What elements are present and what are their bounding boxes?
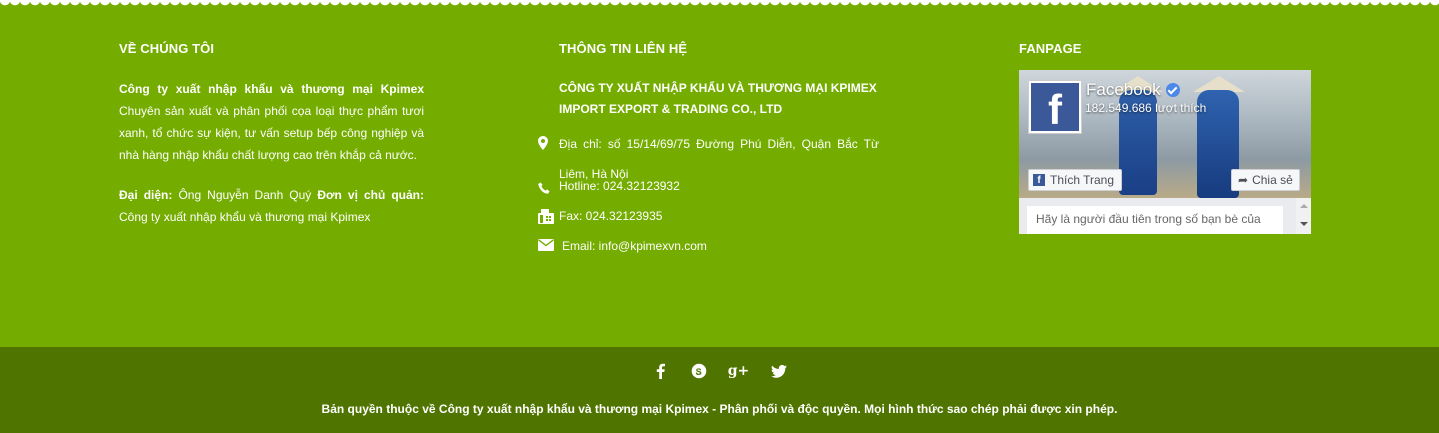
hotline-text: Hotline: 024.32123932 — [559, 179, 680, 193]
facebook-logo-icon[interactable]: f — [1028, 80, 1082, 134]
verified-check-icon — [1165, 83, 1180, 97]
scroll-up-icon[interactable] — [1300, 204, 1308, 208]
fax-text: Fax: 024.32123935 — [559, 209, 663, 223]
fax-row: Fax: 024.32123935 — [538, 207, 880, 225]
facebook-likes-count: 182.549.686 lượt thích — [1085, 101, 1207, 115]
footer-main: VỀ CHÚNG TÔI Công ty xuất nhập khẩu và t… — [0, 0, 1439, 347]
phone-icon — [538, 177, 559, 195]
address-line-1: Địa chỉ: số 15/14/69/75 Đường Phú Diễn, … — [559, 137, 879, 151]
facebook-friends-area: Hãy là người đầu tiên trong số bạn bè củ… — [1019, 198, 1311, 234]
about-column: VỀ CHÚNG TÔI Công ty xuất nhập khẩu và t… — [119, 41, 424, 228]
facebook-scrollbar[interactable] — [1296, 198, 1311, 234]
about-company-name: Công ty xuất nhập khẩu và thương mại Kpi… — [119, 82, 424, 96]
facebook-page-name-text[interactable]: Facebook — [1086, 80, 1161, 100]
scroll-down-icon[interactable] — [1300, 222, 1308, 226]
copyright-text: Bản quyền thuộc về Công ty xuất nhập khẩ… — [321, 402, 1118, 416]
facebook-icon[interactable] — [651, 361, 671, 381]
like-page-label: Thích Trang — [1050, 173, 1115, 187]
scallop-border — [0, 0, 1439, 8]
about-description-text: Chuyên sản xuất và phân phối cọa loại th… — [119, 104, 424, 162]
twitter-icon[interactable] — [769, 361, 789, 381]
fax-icon — [538, 207, 559, 224]
contact-company: CÔNG TY XUẤT NHẬP KHẨU VÀ THƯƠNG MẠI KPI… — [538, 78, 880, 120]
contact-column: THÔNG TIN LIÊN HỆ CÔNG TY XUẤT NHẬP KHẨU… — [538, 41, 880, 255]
facebook-page-name[interactable]: Facebook — [1086, 80, 1180, 100]
social-links: g+ — [0, 361, 1439, 381]
facebook-small-icon: f — [1033, 174, 1045, 186]
google-plus-icon[interactable]: g+ — [727, 361, 751, 381]
friends-text: Hãy là người đầu tiên trong số bạn bè củ… — [1027, 206, 1283, 234]
company-name-vi: CÔNG TY XUẤT NHẬP KHẨU VÀ THƯƠNG MẠI KPI… — [559, 81, 877, 95]
email-text[interactable]: Email: info@kpimexvn.com — [562, 237, 707, 255]
map-marker-icon — [538, 129, 559, 150]
company-name-en: IMPORT EXPORT & TRADING CO., LTD — [559, 102, 783, 116]
about-title: VỀ CHÚNG TÔI — [119, 41, 215, 56]
email-row: Email: info@kpimexvn.com — [538, 237, 880, 255]
fanpage-title: FANPAGE — [1019, 41, 1082, 56]
skype-icon[interactable] — [689, 361, 709, 381]
contact-title: THÔNG TIN LIÊN HỆ — [559, 41, 688, 56]
unit-label: Đơn vị chủ quản: — [317, 188, 425, 202]
fanpage-column: FANPAGE f Facebook 182.549.686 lượt thíc… — [1019, 41, 1311, 234]
unit-text: Công ty xuất nhập khẩu và thương mại Kpi… — [119, 210, 371, 224]
about-representative: Đại diện: Ông Nguyễn Danh Quý Đơn vị chủ… — [119, 184, 424, 228]
like-page-button[interactable]: f Thích Trang — [1028, 169, 1123, 191]
share-arrow-icon: ➦ — [1238, 173, 1249, 187]
facebook-page-widget[interactable]: f Facebook 182.549.686 lượt thích f Thích… — [1019, 70, 1311, 234]
share-button[interactable]: ➦ Chia sẻ — [1231, 169, 1300, 191]
rep-text: Ông Nguyễn Danh Quý — [178, 188, 312, 202]
footer-bottom: g+ Bản quyền thuộc về Công ty xuất nhập … — [0, 347, 1439, 433]
rep-label: Đại diện: — [119, 188, 173, 202]
share-label: Chia sẻ — [1252, 173, 1293, 187]
envelope-icon — [538, 237, 562, 251]
about-description: Công ty xuất nhập khẩu và thương mại Kpi… — [119, 78, 424, 166]
